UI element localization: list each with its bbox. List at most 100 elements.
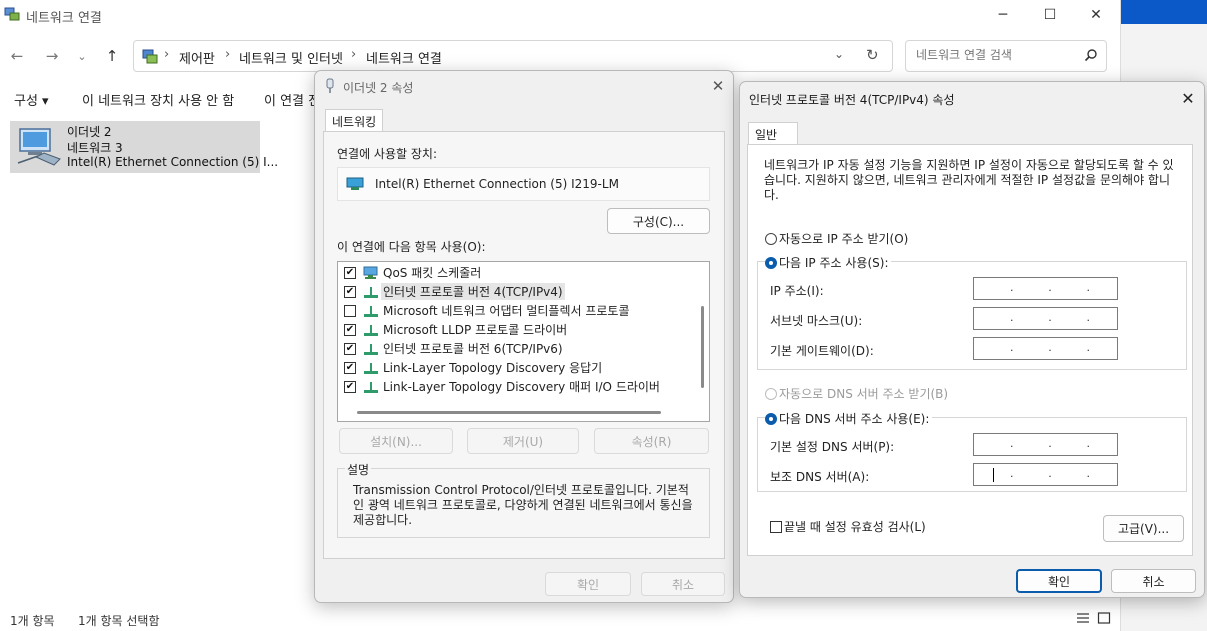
network-connections-icon (4, 7, 20, 21)
status-bar: 1개 항목 1개 항목 선택함 (0, 608, 1120, 631)
checkbox-unchecked-icon (770, 520, 782, 533)
ip-dot: . (1086, 467, 1091, 480)
ip-dot: . (1086, 281, 1091, 294)
list-item-label: QoS 패킷 스케줄러 (383, 266, 482, 280)
connect-command[interactable]: 이 연결 진 (264, 90, 320, 109)
breadcrumb-network-connections[interactable]: 네트워크 연결 (366, 48, 442, 67)
adapter-network: 네트워크 3 (67, 141, 123, 155)
breadcrumb-control-panel[interactable]: 제어판 (179, 48, 215, 67)
ip-dot: . (1010, 311, 1014, 324)
checkbox-checked-icon[interactable]: ✔ (344, 266, 356, 279)
checkbox-checked-icon[interactable]: ✔ (344, 342, 356, 355)
checkbox-unchecked-icon[interactable] (344, 304, 356, 317)
description-text: Transmission Control Protocol/인터넷 프로토콜입니… (353, 483, 693, 527)
search-input[interactable] (916, 48, 1066, 62)
cancel-button[interactable]: 취소 (641, 572, 725, 596)
close-icon[interactable]: ✕ (706, 75, 730, 97)
protocol-icon (364, 362, 378, 374)
ip-address-field[interactable]: ... (973, 277, 1118, 300)
checkbox-checked-icon[interactable]: ✔ (344, 285, 356, 298)
alternate-dns-field[interactable]: ... (973, 463, 1118, 486)
checkbox-checked-icon[interactable]: ✔ (344, 380, 356, 393)
gateway-field[interactable]: ... (973, 337, 1118, 360)
details-view-icon[interactable] (1076, 612, 1090, 624)
install-button[interactable]: 설치(N)... (339, 428, 453, 454)
breadcrumb-separator: › (164, 47, 170, 62)
horizontal-scrollbar[interactable] (357, 411, 661, 414)
large-icons-view-icon[interactable] (1097, 612, 1111, 624)
disable-device-command[interactable]: 이 네트워크 장치 사용 안 함 (82, 90, 234, 109)
checkbox-checked-icon[interactable]: ✔ (344, 361, 356, 374)
back-arrow-icon[interactable]: ← (7, 46, 27, 66)
radio-off-icon (765, 232, 777, 245)
protocol-icon (364, 286, 378, 298)
protocol-icon (364, 324, 378, 336)
cancel-button[interactable]: 취소 (1111, 569, 1196, 593)
list-item[interactable]: Microsoft 네트워크 어댑터 멀티플렉서 프로토콜 (344, 301, 632, 320)
list-item-label: 인터넷 프로토콜 버전 4(TCP/IPv4) (381, 283, 565, 300)
recent-chevron-icon[interactable]: ⌄ (72, 46, 92, 66)
search-icon[interactable] (1084, 48, 1098, 62)
tab-networking[interactable]: 네트워킹 (325, 109, 384, 131)
address-bar[interactable]: › 제어판 › 네트워크 및 인터넷 › 네트워크 연결 ⌄ ↻ (133, 40, 893, 72)
gateway-label: 기본 게이트웨이(D): (770, 344, 874, 358)
items-label: 이 연결에 다음 항목 사용(O): (337, 240, 486, 254)
subnet-mask-field[interactable]: ... (973, 307, 1118, 330)
preferred-dns-field[interactable]: ... (973, 433, 1118, 456)
auto-ip-label: 자동으로 IP 주소 받기(O) (779, 232, 909, 246)
properties-button[interactable]: 속성(R) (594, 428, 709, 454)
ip-address-label: IP 주소(I): (770, 284, 824, 298)
adapter-item-ethernet-2[interactable]: 이더넷 2 네트워크 3 Intel(R) Ethernet Connectio… (10, 121, 278, 173)
search-box[interactable] (905, 40, 1107, 72)
breadcrumb-network-internet[interactable]: 네트워크 및 인터넷 (239, 48, 343, 67)
vertical-scrollbar[interactable] (701, 306, 704, 388)
list-item[interactable]: ✔ 인터넷 프로토콜 버전 6(TCP/IPv6) (344, 339, 565, 358)
ip-dot: . (1086, 341, 1091, 354)
close-button[interactable]: ✕ (1073, 0, 1119, 30)
up-arrow-icon[interactable]: ↑ (102, 46, 122, 66)
tab-general[interactable]: 일반 (748, 122, 798, 144)
list-item[interactable]: ✔ Link-Layer Topology Discovery 매퍼 I/O 드라… (344, 377, 662, 396)
radio-off-icon (765, 387, 777, 400)
list-item-label: Microsoft 네트워크 어댑터 멀티플렉서 프로토콜 (383, 304, 630, 318)
protocol-icon (364, 343, 378, 355)
list-item[interactable]: ✔ Microsoft LLDP 프로토콜 드라이버 (344, 320, 569, 339)
refresh-icon[interactable]: ↻ (866, 46, 879, 64)
list-item[interactable]: ✔ Link-Layer Topology Discovery 응답기 (344, 358, 604, 377)
uninstall-button[interactable]: 제거(U) (467, 428, 579, 454)
forward-arrow-icon[interactable]: → (42, 46, 62, 66)
close-icon[interactable]: ✕ (1176, 87, 1200, 109)
component-list[interactable]: ✔ QoS 패킷 스케줄러 ✔ 인터넷 프로토콜 버전 4(TCP/IPv4) Micr… (337, 261, 710, 422)
background-titlebar (1121, 0, 1207, 24)
ok-button[interactable]: 확인 (1016, 569, 1102, 593)
list-item[interactable]: ✔ 인터넷 프로토콜 버전 4(TCP/IPv4) (344, 282, 565, 301)
address-dropdown-icon[interactable]: ⌄ (834, 47, 844, 61)
preferred-dns-label: 기본 설정 DNS 서버(P): (770, 440, 895, 454)
validate-checkbox[interactable]: 끝낼 때 설정 유효성 검사(L) (770, 518, 926, 535)
ok-button[interactable]: 확인 (545, 572, 631, 596)
list-item-label: 인터넷 프로토콜 버전 6(TCP/IPv6) (383, 342, 563, 356)
network-device-icon (346, 177, 364, 190)
radio-on-icon (765, 412, 777, 425)
manual-dns-radio[interactable]: 다음 DNS 서버 주소 사용(E): (765, 410, 933, 427)
breadcrumb-separator: › (225, 47, 231, 62)
auto-dns-radio[interactable]: 자동으로 DNS 서버 주소 받기(B) (765, 385, 952, 402)
ip-dot: . (1048, 341, 1052, 354)
organize-menu[interactable]: 구성 ▾ (14, 90, 49, 109)
ip-dot: . (1048, 281, 1052, 294)
device-display: Intel(R) Ethernet Connection (5) I219-LM (337, 167, 710, 201)
manual-ip-radio[interactable]: 다음 IP 주소 사용(S): (765, 254, 892, 271)
configure-button[interactable]: 구성(C)... (607, 208, 710, 234)
explorer-title: 네트워크 연결 (26, 11, 102, 26)
checkbox-checked-icon[interactable]: ✔ (344, 323, 356, 336)
list-item[interactable]: ✔ QoS 패킷 스케줄러 (344, 263, 483, 282)
auto-dns-label: 자동으로 DNS 서버 주소 받기(B) (779, 387, 949, 401)
minimize-button[interactable]: ─ (980, 0, 1026, 30)
auto-ip-radio[interactable]: 자동으로 IP 주소 받기(O) (765, 230, 912, 247)
connect-using-label: 연결에 사용할 장치: (337, 147, 437, 161)
list-item-label: Link-Layer Topology Discovery 매퍼 I/O 드라이… (383, 380, 660, 394)
advanced-button[interactable]: 고급(V)... (1103, 515, 1184, 542)
maximize-button[interactable]: ☐ (1027, 0, 1073, 30)
ip-dot: . (1048, 467, 1052, 480)
qos-icon (363, 266, 378, 279)
